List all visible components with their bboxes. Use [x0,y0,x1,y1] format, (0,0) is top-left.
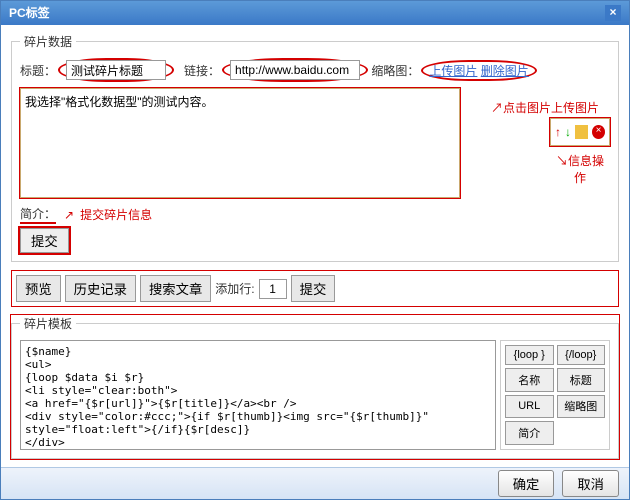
tpl-loop-button[interactable]: {loop } [505,345,554,365]
link-input[interactable] [230,60,360,80]
toolbar-submit-button[interactable]: 提交 [291,275,336,302]
link-label: 链接： [184,62,220,79]
edit-icon[interactable] [575,125,588,139]
move-up-icon[interactable]: ↑ [555,125,561,139]
search-article-button[interactable]: 搜索文章 [140,275,211,302]
add-row-label: 添加行: [215,280,254,297]
dialog-footer: 确定 取消 [1,467,629,499]
delete-icon[interactable]: × [592,125,605,139]
link-oval-anno [222,58,368,82]
dialog-window: PC标签 × 碎片数据 标题： 链接： 缩略图： 上传图片 删除图片 [0,0,630,500]
titlebar: PC标签 × [1,1,629,25]
template-wrap: {loop } {/loop} 名称 标题 URL 缩略图 简介 [20,340,610,450]
title-input[interactable] [66,60,166,80]
add-row-input[interactable] [259,279,287,299]
template-buttons: {loop } {/loop} 名称 标题 URL 缩略图 简介 [500,340,610,450]
ops-box: ↑ ↓ × [550,118,610,146]
close-icon[interactable]: × [605,5,621,21]
ok-button[interactable]: 确定 [498,470,555,497]
title-oval-anno [58,58,174,82]
delete-image-link[interactable]: 删除图片 [481,64,529,78]
title-link-row: 标题： 链接： 缩略图： 上传图片 删除图片 [20,58,610,82]
toolbar: 预览 历史记录 搜索文章 添加行: 提交 [11,270,619,307]
content-textarea[interactable] [20,88,460,198]
fragment-data-fieldset: 碎片数据 标题： 链接： 缩略图： 上传图片 删除图片 [11,33,619,262]
dialog-body: 碎片数据 标题： 链接： 缩略图： 上传图片 删除图片 [1,25,629,467]
tpl-title-button[interactable]: 标题 [557,368,606,392]
tpl-intro-button[interactable]: 简介 [505,421,554,445]
template-textarea[interactable] [20,340,496,450]
fragment-submit-button[interactable]: 提交 [20,228,69,253]
title-label: 标题： [20,62,56,79]
submit-anno-arrow: ↗ [64,208,74,222]
submit-anno-text: 提交碎片信息 [80,206,152,223]
cancel-button[interactable]: 取消 [562,470,619,497]
tpl-endloop-button[interactable]: {/loop} [557,345,606,365]
upload-image-link[interactable]: 上传图片 [429,64,477,78]
dialog-title: PC标签 [9,1,50,25]
thumb-label: 缩略图： [371,62,419,79]
preview-button[interactable]: 预览 [16,275,61,302]
upload-anno: ↗点击图片上传图片 [491,99,599,116]
ops-anno: ↘信息操作 [550,152,610,186]
tpl-thumb-button[interactable]: 缩略图 [557,395,606,419]
template-fieldset: 碎片模板 {loop } {/loop} 名称 标题 URL 缩略图 简介 [11,315,619,459]
move-down-icon[interactable]: ↓ [565,125,571,139]
template-legend: 碎片模板 [20,315,76,332]
history-button[interactable]: 历史记录 [65,275,136,302]
thumb-oval-anno: 上传图片 删除图片 [421,60,536,81]
intro-label: 简介： [20,205,56,224]
tpl-name-button[interactable]: 名称 [505,368,554,392]
fragment-data-legend: 碎片数据 [20,33,76,50]
tpl-url-button[interactable]: URL [505,395,554,419]
